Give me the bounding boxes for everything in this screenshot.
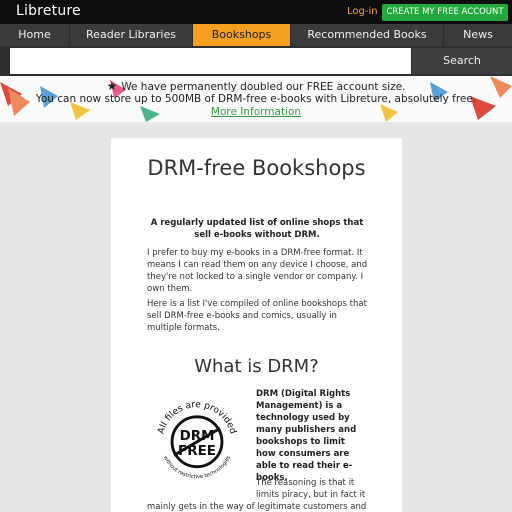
nav-item-bookshops[interactable]: Bookshops <box>193 24 291 46</box>
banner-text: You can now store up to 500MB of DRM-fre… <box>35 93 477 118</box>
svg-text:FREE: FREE <box>178 444 216 459</box>
banner-headline: ★ We have permanently doubled our FREE ac… <box>106 79 406 93</box>
announcement-banner: ★ We have permanently doubled our FREE ac… <box>0 76 512 122</box>
login-link[interactable]: Log-in <box>347 6 378 17</box>
star-icon: ★ <box>106 79 118 93</box>
intro-paragraph: I prefer to buy my e-books in a DRM-free… <box>147 248 368 294</box>
nav-item-home[interactable]: Home <box>0 24 70 46</box>
drm-definition: DRM (Digital Rights Management) is a tec… <box>256 389 357 483</box>
drm-reasoning-continued: mainly gets in the way of legitimate cus… <box>147 502 367 512</box>
page-lede: A regularly updated list of online shops… <box>150 218 364 240</box>
top-bar: Libreture Log-in CREATE MY FREE ACCOUNT <box>0 0 512 24</box>
drm-free-badge-icon: All files are provided without restricti… <box>156 400 237 480</box>
search-bar: Search <box>0 46 512 76</box>
more-information-link[interactable]: More Information <box>211 106 301 118</box>
drm-reasoning: The reasoning is that it limits piracy, … <box>256 478 366 500</box>
nav-item-reader-libraries[interactable]: Reader Libraries <box>70 24 193 46</box>
search-input[interactable] <box>10 48 411 74</box>
nav-item-news[interactable]: News <box>444 24 512 46</box>
search-button[interactable]: Search <box>412 48 512 74</box>
list-intro-paragraph: Here is a list I've compiled of online b… <box>147 299 367 333</box>
page-title: DRM-free Bookshops <box>147 156 366 180</box>
main-nav: Home Reader Libraries Bookshops Recommen… <box>0 24 512 46</box>
section-heading-drm: What is DRM? <box>194 356 319 377</box>
logo[interactable]: Libreture <box>16 3 81 19</box>
create-account-button[interactable]: CREATE MY FREE ACCOUNT <box>382 4 508 21</box>
content-card: DRM-free Bookshops A regularly updated l… <box>111 138 402 512</box>
nav-item-recommended-books[interactable]: Recommended Books <box>291 24 444 46</box>
svg-text:DRM: DRM <box>180 429 215 444</box>
